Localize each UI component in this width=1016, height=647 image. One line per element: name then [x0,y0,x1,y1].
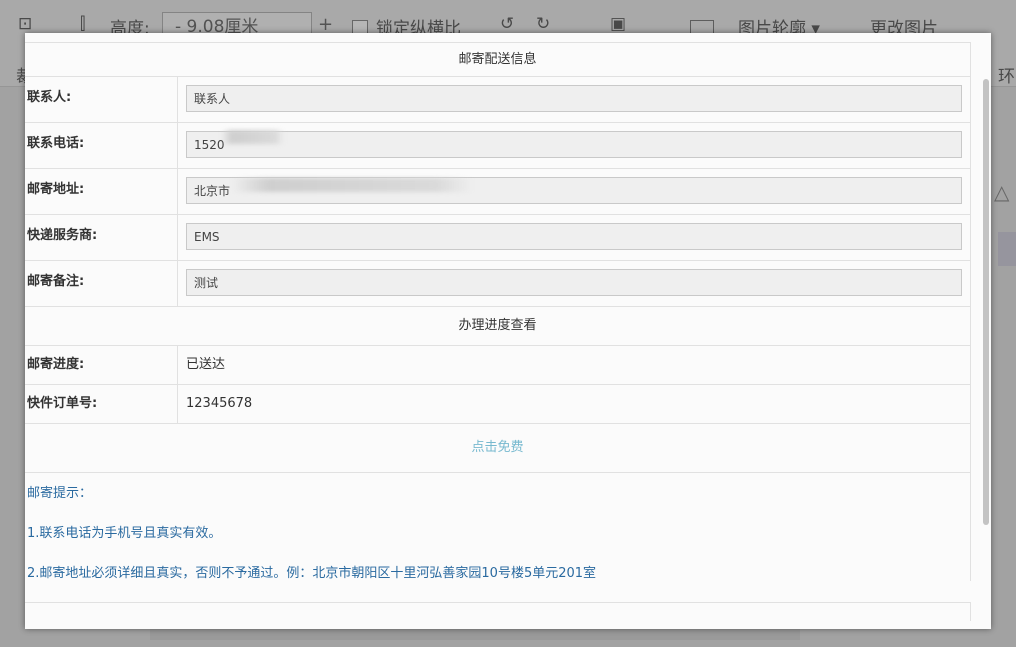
courier-row: 快递服务商: [25,214,971,260]
address-input[interactable] [186,177,962,204]
tips-title: 邮寄提示： [27,486,93,501]
courier-input[interactable] [186,223,962,250]
contact-label: 联系人: [25,77,178,122]
remark-input[interactable] [186,269,962,296]
phone-input[interactable] [186,131,962,158]
mail-delivery-dialog: 邮寄配送信息 联系人: 联系电话: 邮寄地址: 快递服务商: [25,33,991,629]
contact-row: 联系人: [25,76,971,122]
remark-label: 邮寄备注: [25,261,178,306]
tip-line-2: 2.邮寄地址必须详细且真实，否则不予通过。例：北京市朝阳区十里河弘善家园10号楼… [27,566,597,581]
phone-label: 联系电话: [25,123,178,168]
phone-row: 联系电话: [25,122,971,168]
address-label: 邮寄地址: [25,169,178,214]
scrollbar-thumb[interactable] [983,79,989,525]
courier-label: 快递服务商: [25,215,178,260]
order-row: 快件订单号: 12345678 [25,384,971,423]
mail-tips: 邮寄提示： 1.联系电话为手机号且真实有效。 2.邮寄地址必须详细且真实，否则不… [25,473,971,581]
order-label: 快件订单号: [25,385,178,423]
status-row: 邮寄进度: 已送达 [25,345,971,384]
status-label: 邮寄进度: [25,346,178,384]
dialog-content: 邮寄配送信息 联系人: 联系电话: 邮寄地址: 快递服务商: [25,42,971,621]
tip-line-1: 1.联系电话为手机号且真实有效。 [27,526,222,541]
address-row: 邮寄地址: [25,168,971,214]
tips-divider [25,602,971,621]
order-value: 12345678 [186,396,253,411]
status-value: 已送达 [186,357,226,372]
free-link[interactable]: 点击免费 [471,440,523,455]
contact-input[interactable] [186,85,962,112]
dialog-scrollbar[interactable] [983,63,990,629]
remark-row: 邮寄备注: [25,260,971,306]
shipping-section-title: 邮寄配送信息 [25,42,971,76]
progress-section-title: 办理进度查看 [25,306,971,345]
free-link-row: 点击免费 [25,423,971,473]
